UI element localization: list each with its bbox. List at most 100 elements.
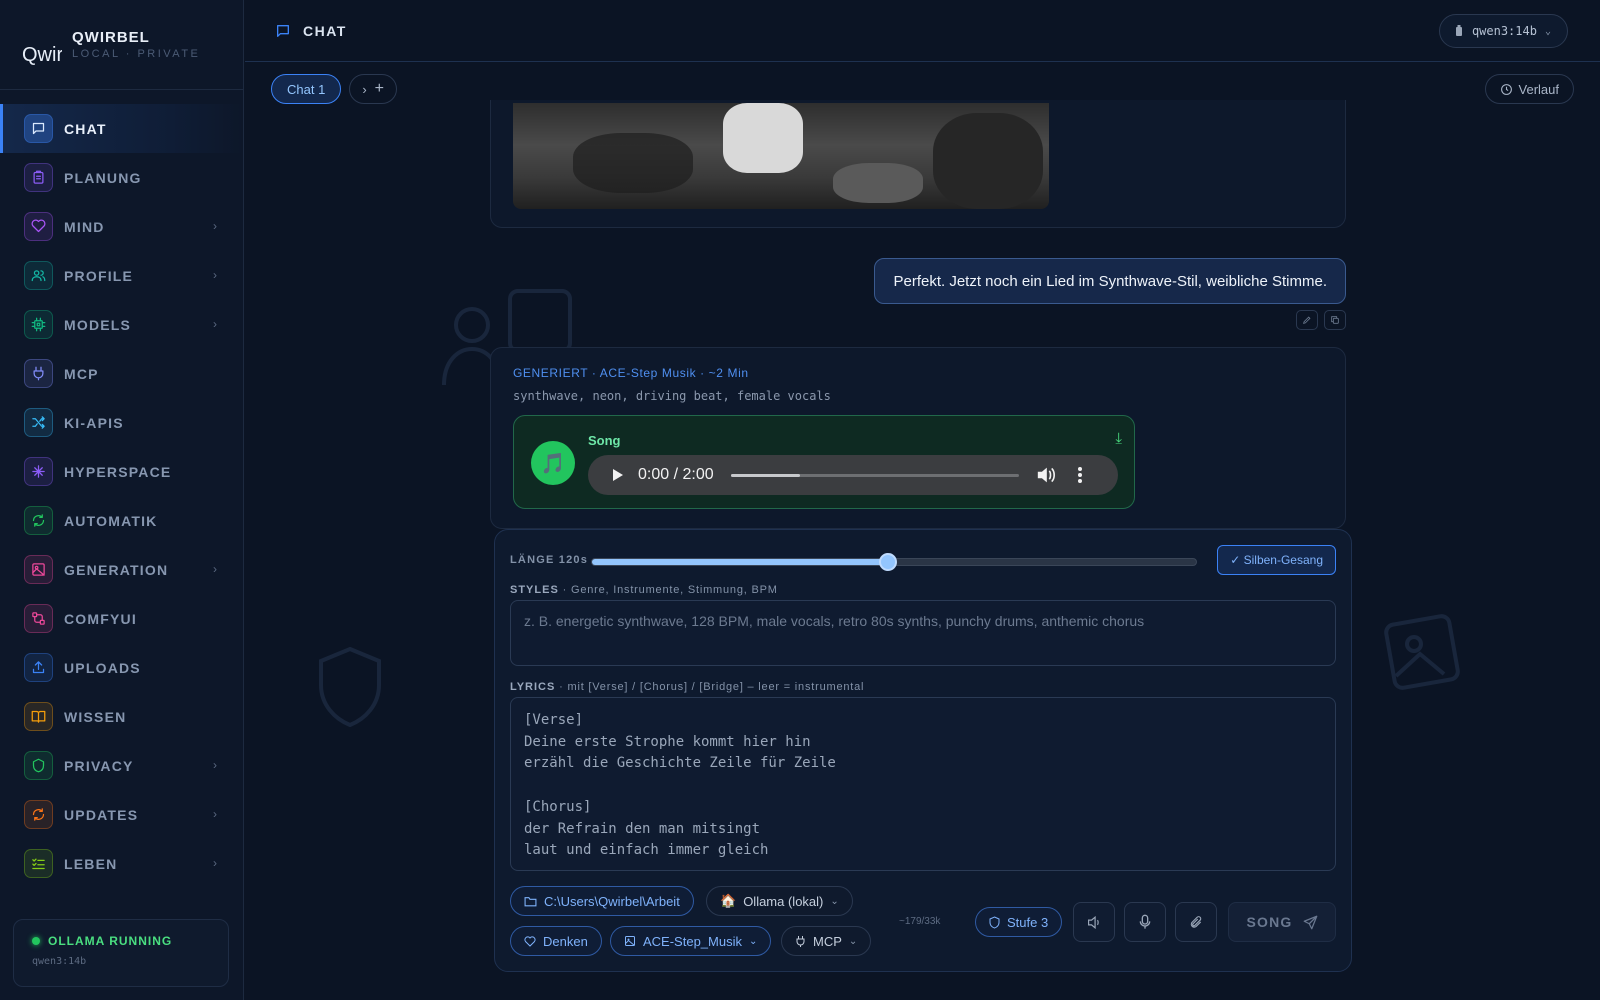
chevron-right-icon[interactable]: ›: [362, 82, 366, 97]
lyrics-input[interactable]: [Verse] Deine erste Strophe kommt hier h…: [510, 697, 1336, 871]
chevron-right-icon: ›: [213, 268, 217, 282]
sidebar-item-label: MCP: [64, 365, 99, 382]
length-slider-thumb[interactable]: [878, 553, 897, 571]
heart-icon: [524, 935, 536, 947]
working-folder-chip[interactable]: C:\Users\Qwirbel\Arbeit: [510, 886, 694, 916]
download-icon[interactable]: ⤓: [1115, 430, 1122, 447]
sidebar-item-leben[interactable]: LEBEN ›: [0, 839, 243, 888]
pencil-icon: [1303, 316, 1311, 324]
edit-message-button[interactable]: [1296, 310, 1318, 330]
message-actions: [1296, 310, 1346, 330]
sidebar-item-label: PROFILE: [64, 267, 134, 284]
chevron-down-icon: ⌄: [1544, 25, 1551, 37]
upload-icon: [24, 653, 53, 682]
sidebar-item-privacy[interactable]: PRIVACY ›: [0, 741, 243, 790]
length-label: LÄNGE 120s: [510, 554, 589, 566]
sidebar-item-planung[interactable]: PLANUNG: [0, 153, 243, 202]
sidebar-item-label: LEBEN: [64, 855, 118, 872]
sidebar-item-wissen[interactable]: WISSEN: [0, 692, 243, 741]
sidebar-item-label: AUTOMATIK: [64, 512, 158, 529]
speaker-button[interactable]: [1073, 902, 1115, 942]
model-selector[interactable]: qwen3:14b ⌄: [1438, 14, 1568, 48]
assistant-song-message: GENERIERT · ACE-Step Musik · ~2 Min synt…: [490, 347, 1346, 529]
shield-icon: [24, 751, 53, 780]
length-slider[interactable]: [591, 553, 1197, 571]
more-options-icon[interactable]: [1077, 466, 1083, 484]
silben-gesang-toggle[interactable]: ✓ Silben-Gesang: [1217, 545, 1336, 575]
plug-icon: [796, 936, 805, 947]
sidebar: Qwir QWIRBEL LOCAL · PRIVATE CHAT PLANUNG…: [0, 0, 244, 1000]
stufe-select[interactable]: Stufe 3: [975, 907, 1063, 937]
song-title: Song: [588, 433, 621, 448]
sidebar-item-label: PLANUNG: [64, 169, 142, 186]
sidebar-item-updates[interactable]: UPDATES ›: [0, 790, 243, 839]
sidebar-item-label: HYPERSPACE: [64, 463, 172, 480]
chevron-down-icon: ⌄: [848, 935, 858, 947]
volume-icon[interactable]: [1036, 466, 1056, 484]
sidebar-item-automatik[interactable]: AUTOMATIK: [0, 496, 243, 545]
folder-icon: [524, 896, 537, 906]
chevron-down-icon: ⌄: [830, 895, 839, 907]
song-composer: LÄNGE 120s ✓ Silben-Gesang STYLES · Genr…: [494, 529, 1352, 972]
play-icon[interactable]: [612, 468, 624, 482]
image-message-card: [490, 100, 1346, 228]
audio-seek-bar[interactable]: [731, 474, 1019, 477]
heart-icon: [24, 212, 53, 241]
background-image-icon: [1384, 614, 1460, 690]
brand: Qwir QWIRBEL LOCAL · PRIVATE: [0, 0, 243, 90]
history-button[interactable]: Verlauf: [1484, 74, 1574, 104]
sidebar-item-mind[interactable]: MIND ›: [0, 202, 243, 251]
sidebar-item-hyperspace[interactable]: HYPERSPACE: [0, 447, 243, 496]
shuffle-icon: [24, 408, 53, 437]
clock-icon: [1500, 83, 1512, 95]
tab-chat-1[interactable]: Chat 1: [271, 74, 342, 104]
refresh-icon: [24, 800, 53, 829]
attach-button[interactable]: [1175, 902, 1217, 942]
status-model: qwen3:14b: [32, 956, 87, 967]
app-logo: Qwir: [22, 43, 62, 65]
status-label: OLLAMA RUNNING: [48, 934, 173, 948]
app-name: QWIRBEL: [72, 29, 150, 46]
mcp-select[interactable]: MCP ⌄: [781, 926, 872, 956]
sidebar-item-label: MIND: [64, 218, 105, 235]
audio-player: 0:00 / 2:00: [588, 455, 1118, 495]
chat-tabs: Chat 1 › +: [271, 74, 397, 104]
ollama-status: OLLAMA RUNNING qwen3:14b: [13, 919, 229, 987]
sidebar-item-uploads[interactable]: UPLOADS: [0, 643, 243, 692]
provider-select[interactable]: 🏠 Ollama (lokal) ⌄: [706, 886, 853, 916]
stufe-label: Stufe 3: [1007, 914, 1049, 930]
sidebar-item-label: UPLOADS: [64, 659, 141, 676]
sidebar-item-generation[interactable]: GENERATION ›: [0, 545, 243, 594]
microphone-button[interactable]: [1124, 902, 1166, 942]
send-song-button[interactable]: SONG: [1228, 902, 1336, 942]
denken-toggle[interactable]: Denken: [510, 926, 602, 956]
sidebar-item-mcp[interactable]: MCP: [0, 349, 243, 398]
styles-input[interactable]: z. B. energetic synthwave, 128 BPM, male…: [510, 600, 1336, 666]
mcp-label: MCP: [813, 933, 842, 949]
clipboard-icon: [24, 163, 53, 192]
sidebar-item-profile[interactable]: PROFILE ›: [0, 251, 243, 300]
sidebar-item-models[interactable]: MODELS ›: [0, 300, 243, 349]
chevron-right-icon: ›: [213, 758, 217, 772]
audio-time: 0:00 / 2:00: [638, 466, 714, 483]
tab-controls[interactable]: › +: [349, 74, 397, 104]
add-tab-icon[interactable]: +: [375, 80, 384, 98]
length-slider-fill: [592, 559, 888, 565]
send-icon: [1303, 915, 1317, 929]
generated-image[interactable]: [513, 103, 1049, 209]
tool-select[interactable]: ACE-Step_Musik ⌄: [610, 926, 772, 956]
chevron-right-icon: ›: [213, 219, 217, 233]
sidebar-item-label: GENERATION: [64, 561, 169, 578]
chat-icon: [24, 114, 53, 143]
audio-seek-fill: [731, 474, 801, 477]
page-title: CHAT: [303, 22, 347, 39]
copy-message-button[interactable]: [1324, 310, 1346, 330]
sidebar-item-label: PRIVACY: [64, 757, 134, 774]
sidebar-item-comfyui[interactable]: COMFYUI: [0, 594, 243, 643]
sidebar-item-chat[interactable]: CHAT: [0, 104, 243, 153]
sidebar-item-ki-apis[interactable]: KI-APIS: [0, 398, 243, 447]
book-icon: [24, 702, 53, 731]
styles-label: STYLES · Genre, Instrumente, Stimmung, B…: [510, 584, 778, 596]
plug-icon: [24, 359, 53, 388]
token-counter: ~179/33k: [899, 916, 941, 927]
